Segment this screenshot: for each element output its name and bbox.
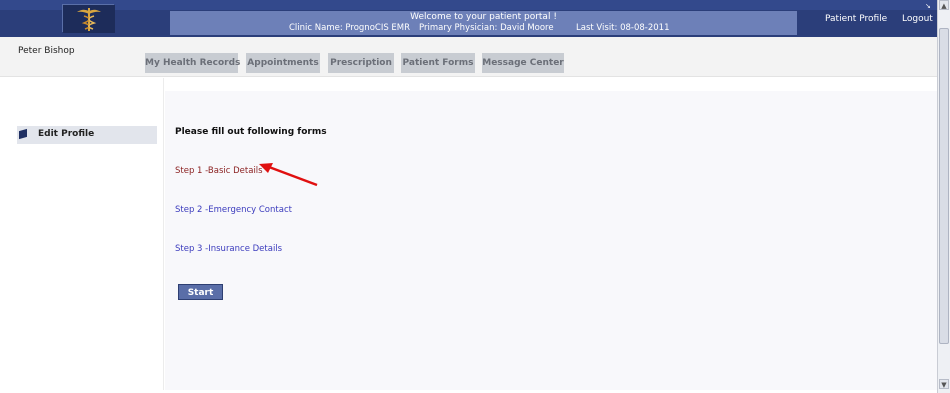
sidebar-item-edit-profile[interactable]: Edit Profile — [17, 126, 157, 144]
scroll-down-icon[interactable]: ▼ — [939, 379, 949, 389]
welcome-text: Welcome to your patient portal ! — [410, 12, 557, 22]
step-insurance-details-link[interactable]: Step 3 -Insurance Details — [175, 244, 282, 254]
last-visit: Last Visit: 08-08-2011 — [576, 23, 670, 33]
tab-patient-forms[interactable]: Patient Forms — [401, 53, 475, 73]
user-name: Peter Bishop — [18, 46, 75, 56]
caduceus-logo — [62, 4, 115, 33]
sidebar: Edit Profile — [0, 78, 164, 390]
vertical-scrollbar[interactable]: ▲ ▼ — [937, 0, 950, 393]
scroll-up-icon[interactable]: ▲ — [939, 0, 949, 10]
tab-prescription[interactable]: Prescription — [328, 53, 394, 73]
start-button[interactable]: Start — [178, 284, 223, 300]
info-bar: Welcome to your patient portal ! Clinic … — [170, 11, 797, 35]
top-header: ↘ Welcome to your patient portal ! Clini… — [0, 0, 937, 37]
edit-profile-icon — [19, 128, 27, 140]
sub-header: Peter Bishop My Health Records Appointme… — [0, 37, 937, 77]
logout-link[interactable]: Logout — [902, 14, 933, 24]
tab-my-health-records[interactable]: My Health Records — [145, 53, 240, 73]
step-emergency-contact-link[interactable]: Step 2 -Emergency Contact — [175, 205, 292, 215]
sidebar-item-label: Edit Profile — [38, 129, 95, 139]
step-basic-details-link[interactable]: Step 1 -Basic Details — [175, 166, 263, 176]
header-stripe — [0, 0, 937, 10]
window-corner-icon[interactable]: ↘ — [925, 2, 935, 10]
primary-physician: Primary Physician: David Moore — [419, 23, 554, 33]
forms-panel: Please fill out following forms Step 1 -… — [165, 91, 937, 390]
content-area: Edit Profile Please fill out following f… — [0, 78, 937, 390]
clinic-name: Clinic Name: PrognoCIS EMR — [289, 23, 411, 33]
tab-message-center[interactable]: Message Center — [482, 53, 564, 73]
forms-title: Please fill out following forms — [175, 127, 327, 137]
tab-appointments[interactable]: Appointments — [246, 53, 320, 73]
annotation-arrow — [259, 163, 318, 187]
scroll-thumb[interactable] — [939, 28, 949, 344]
patient-profile-link[interactable]: Patient Profile — [825, 14, 887, 24]
